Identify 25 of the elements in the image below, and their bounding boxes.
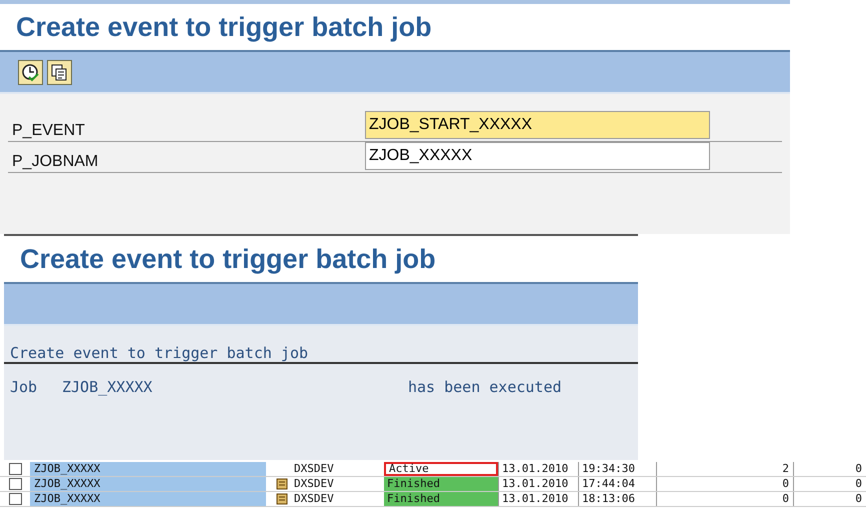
- message-label: Job: [10, 377, 38, 398]
- scroll-icon[interactable]: [275, 492, 289, 506]
- execute-button[interactable]: [18, 60, 43, 84]
- scroll-icon[interactable]: [275, 477, 289, 491]
- variant-button[interactable]: [47, 60, 72, 84]
- checkbox[interactable]: [8, 493, 22, 505]
- job-name: ZJOB_XXXXX: [62, 377, 154, 398]
- table-cell: ZJOB_XXXXX: [30, 462, 266, 476]
- field-label: P_EVENT: [11, 121, 86, 141]
- clock-check-icon: [21, 62, 40, 82]
- input-field[interactable]: ZJOB_XXXXX: [365, 142, 710, 170]
- screen-title: Create event to trigger batch job: [20, 242, 436, 276]
- checkbox[interactable]: [8, 478, 22, 490]
- table-cell: ZJOB_XXXXX: [30, 477, 266, 491]
- status-cell: Active: [384, 462, 498, 476]
- status-cell: Finished: [384, 477, 498, 491]
- message-text: has been executed: [408, 377, 562, 398]
- documents-icon: [50, 62, 69, 82]
- list-heading: Create event to trigger batch job: [10, 344, 308, 362]
- checkbox[interactable]: [8, 463, 22, 475]
- screen-title: Create event to trigger batch job: [16, 10, 432, 44]
- status-cell: Finished: [384, 492, 498, 506]
- field-label: P_JOBNAM: [11, 152, 100, 172]
- input-field[interactable]: ZJOB_START_XXXXX: [365, 111, 710, 139]
- table-cell: ZJOB_XXXXX: [30, 492, 266, 506]
